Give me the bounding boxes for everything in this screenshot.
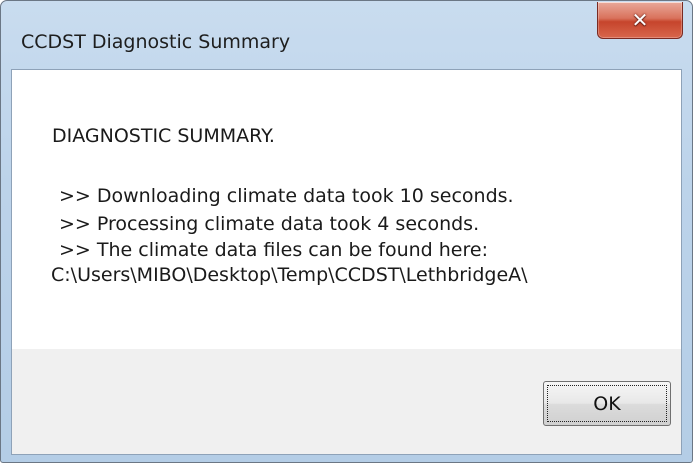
message-area: DIAGNOSTIC SUMMARY. >> Downloading clima… — [12, 70, 681, 349]
ok-button-label: OK — [593, 392, 621, 415]
summary-heading: DIAGNOSTIC SUMMARY. — [52, 125, 275, 147]
window-title: CCDST Diagnostic Summary — [21, 31, 291, 53]
message-line-download: >> Downloading climate data took 10 seco… — [59, 185, 514, 207]
message-line-location: >> The climate data files can be found h… — [59, 239, 488, 261]
dialog-client-area: DIAGNOSTIC SUMMARY. >> Downloading clima… — [11, 69, 682, 455]
message-line-path: C:\Users\MIBO\Desktop\Temp\CCDST\Lethbri… — [51, 264, 528, 286]
close-button[interactable]: ✕ — [597, 2, 683, 39]
close-icon: ✕ — [631, 8, 649, 32]
dialog-window: CCDST Diagnostic Summary ✕ DIAGNOSTIC SU… — [0, 0, 693, 463]
message-line-processing: >> Processing climate data took 4 second… — [59, 213, 480, 235]
ok-button[interactable]: OK — [543, 381, 671, 426]
